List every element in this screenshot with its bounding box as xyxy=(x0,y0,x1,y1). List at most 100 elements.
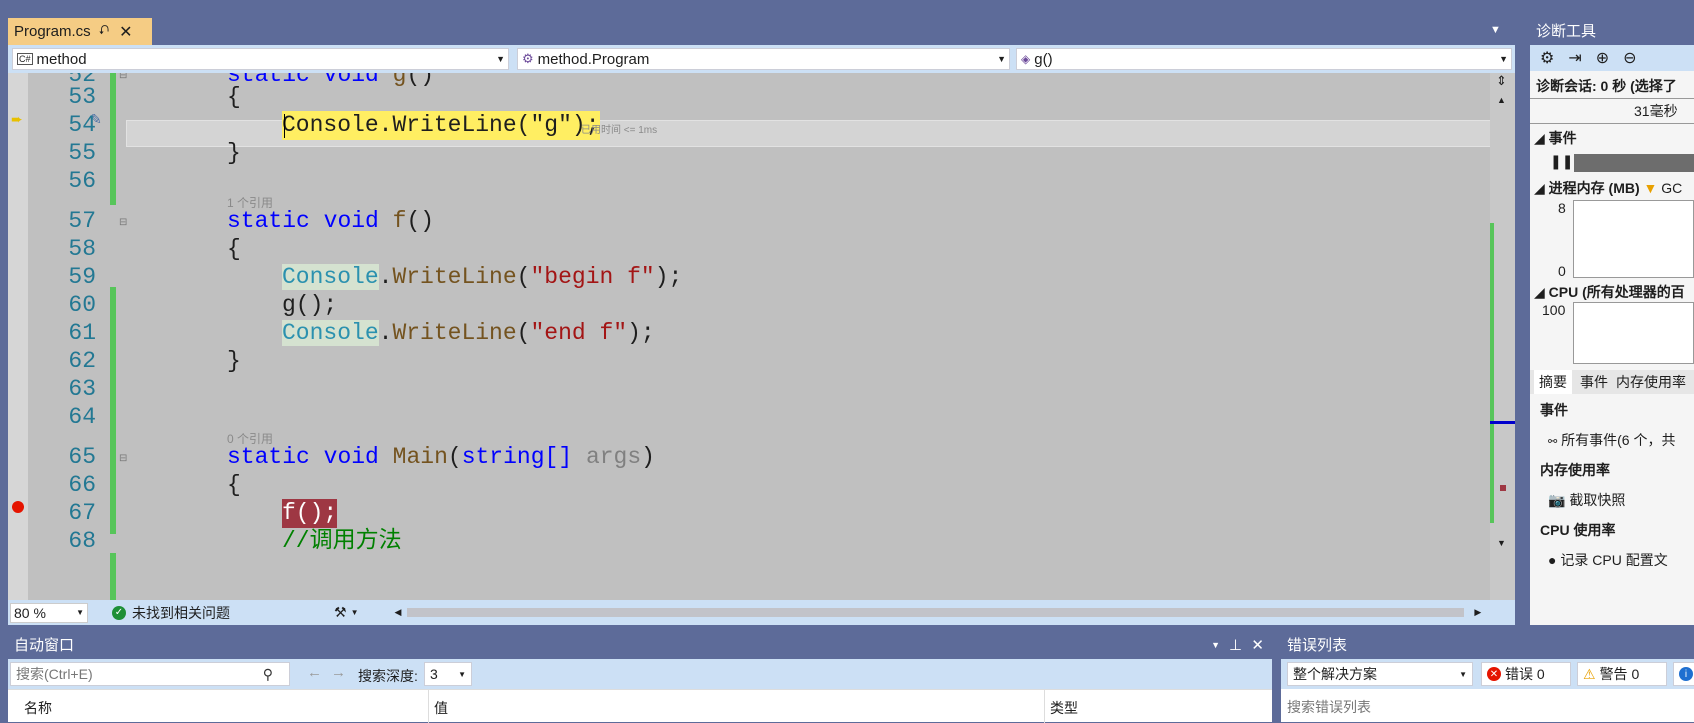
diag-toolbar: ⚙ ⇥ ⊕ ⊖ xyxy=(1530,45,1694,71)
code-line-65[interactable]: static void Main(string[] args) xyxy=(227,443,655,472)
navigation-bar: C# method ▼ ⚙ method.Program ▼ ◈ g() ▼ xyxy=(8,45,1515,73)
chevron-down-icon[interactable]: ▼ xyxy=(351,608,359,617)
error-search-input[interactable]: 搜索错误列表 xyxy=(1281,689,1694,722)
zoom-out-icon[interactable]: ⊖ xyxy=(1623,48,1636,68)
scroll-up-icon[interactable]: ▲ xyxy=(1497,95,1506,105)
memory-graph: 8 0 xyxy=(1530,200,1694,278)
code-line-54[interactable]: Console.WriteLine("g"); xyxy=(282,111,600,140)
dropdown-icon[interactable]: ▼ xyxy=(1211,632,1220,659)
punctuation: ); xyxy=(654,264,683,290)
chevron-down-icon: ▼ xyxy=(496,54,505,64)
pause-icon[interactable]: ❚❚ xyxy=(1550,153,1573,170)
line-number: 59 xyxy=(68,264,96,290)
pin-icon[interactable]: ⊥ xyxy=(1229,632,1242,659)
indicator-margin[interactable] xyxy=(8,73,28,600)
search-depth-dropdown[interactable]: 3 ▼ xyxy=(424,662,472,686)
split-icon[interactable]: ⇕ xyxy=(1496,73,1507,89)
code-line-67[interactable]: f(); xyxy=(282,499,338,528)
pin-icon[interactable]: ⮏ xyxy=(99,21,109,43)
autos-window: 自动窗口 ▼ ⊥ ✕ 搜索(Ctrl+E) ⚲ ← → 搜索深度: 3 ▼ 名称… xyxy=(8,632,1272,723)
column-type[interactable]: 类型 xyxy=(1050,698,1078,718)
tab-overflow-icon[interactable]: ▼ xyxy=(1490,24,1501,36)
cpu-header[interactable]: ◢ CPU (所有处理器的百 xyxy=(1530,282,1694,302)
document-tab-program-cs[interactable]: Program.cs ⮏ ✕ xyxy=(8,18,152,45)
parameter-name: args xyxy=(585,444,642,470)
messages-filter-button[interactable]: i xyxy=(1673,662,1694,686)
take-snapshot-button[interactable]: 📷 截取快照 xyxy=(1530,490,1694,510)
code-line-52[interactable]: static void g() xyxy=(227,73,434,90)
all-events-link[interactable]: ⚯ 所有事件(6 个，共 xyxy=(1530,430,1694,450)
record-cpu-profile-button[interactable]: ● 记录 CPU 配置文 xyxy=(1530,550,1694,570)
line-number: 66 xyxy=(68,472,96,498)
scroll-right-icon[interactable]: ▶ xyxy=(1474,607,1481,618)
scope-value: 整个解决方案 xyxy=(1293,666,1377,682)
horizontal-scrollbar-thumb[interactable] xyxy=(407,608,1465,617)
zoom-dropdown[interactable]: 80 % ▼ xyxy=(10,602,88,623)
keyword: void xyxy=(323,444,379,470)
timeline-ruler: 31毫秒 xyxy=(1530,98,1694,124)
warnings-filter-button[interactable]: ⚠ 警告 0 xyxy=(1577,662,1667,686)
code-line-59[interactable]: Console.WriteLine("begin f"); xyxy=(282,263,682,292)
outline-collapse-icon[interactable]: ⊟ xyxy=(119,217,127,228)
class-dropdown[interactable]: ⚙ method.Program ▼ xyxy=(517,48,1010,70)
errors-filter-button[interactable]: ✕ 错误 0 xyxy=(1481,662,1571,686)
code-line-60[interactable]: g(); xyxy=(282,291,337,320)
code-line-58[interactable]: { xyxy=(227,235,241,264)
punctuation: () xyxy=(406,73,435,88)
tab-memory-usage[interactable]: 内存使用率 xyxy=(1616,372,1686,392)
method-icon: ◈ xyxy=(1021,52,1031,66)
cpu-chart-area xyxy=(1573,302,1694,364)
panel-title: 错误列表 xyxy=(1281,632,1694,659)
select-tools-icon[interactable]: ⇥ xyxy=(1568,48,1581,68)
check-icon: ✓ xyxy=(112,605,126,620)
scroll-down-icon[interactable]: ▼ xyxy=(1497,538,1506,548)
punctuation: ( xyxy=(447,444,462,470)
close-icon[interactable]: ✕ xyxy=(119,22,132,42)
back-arrow-icon[interactable]: ← xyxy=(307,664,322,681)
memory-header[interactable]: ◢ 进程内存 (MB) ▼ GC xyxy=(1530,178,1694,198)
autos-search-input[interactable]: 搜索(Ctrl+E) ⚲ xyxy=(10,662,290,686)
column-name[interactable]: 名称 xyxy=(24,698,52,718)
code-line-68[interactable]: //调用方法 xyxy=(282,527,402,556)
code-editor[interactable]: ⊟ ⊟ ⊟ ➨ ✎ 52 53 54 55 56 57 58 59 60 61 … xyxy=(8,73,1515,600)
line-number: 56 xyxy=(68,168,96,194)
scope-dropdown[interactable]: 整个解决方案 ▼ xyxy=(1287,662,1473,686)
code-line-53[interactable]: { xyxy=(227,83,241,112)
breakpoint-icon[interactable] xyxy=(12,501,24,513)
section-cpu: CPU 使用率 xyxy=(1540,522,1616,538)
settings-gear-icon[interactable]: ⚙ xyxy=(1540,48,1554,68)
project-dropdown[interactable]: C# method ▼ xyxy=(12,48,509,70)
info-icon: i xyxy=(1679,667,1693,681)
column-value[interactable]: 值 xyxy=(434,698,448,718)
scroll-left-icon[interactable]: ◀ xyxy=(394,607,401,618)
all-events-label: 所有事件(6 个，共 xyxy=(1561,432,1676,448)
string-literal: "begin f" xyxy=(530,264,655,290)
errors-count: 错误 0 xyxy=(1505,666,1545,682)
tab-events[interactable]: 事件 xyxy=(1580,372,1608,392)
punctuation: ( xyxy=(516,264,531,290)
tab-summary[interactable]: 摘要 xyxy=(1534,370,1572,394)
line-number: 64 xyxy=(68,404,96,430)
memory-axis-min: 0 xyxy=(1558,263,1566,278)
outline-collapse-icon[interactable]: ⊟ xyxy=(119,453,127,464)
code-line-66[interactable]: { xyxy=(227,471,241,500)
zoom-in-icon[interactable]: ⊕ xyxy=(1596,48,1609,68)
member-dropdown[interactable]: ◈ g() ▼ xyxy=(1016,48,1512,70)
code-line-57[interactable]: static void f() xyxy=(227,207,434,236)
search-placeholder: 搜索(Ctrl+E) xyxy=(16,666,93,682)
line-number: 54 xyxy=(68,112,96,138)
forward-arrow-icon[interactable]: → xyxy=(331,664,346,681)
brush-icon[interactable]: ⚒ xyxy=(334,604,347,621)
cpu-graph: 100 xyxy=(1530,302,1694,364)
elapsed-time-hint: 已用时间 <= 1ms xyxy=(581,125,658,136)
issues-status[interactable]: 未找到相关问题 xyxy=(132,603,230,623)
vertical-scrollbar[interactable]: ⇕ ▲ ▼ xyxy=(1490,73,1515,600)
events-header[interactable]: ◢ 事件 xyxy=(1530,128,1694,148)
code-line-62[interactable]: } xyxy=(227,347,241,376)
outline-collapse-icon[interactable]: ⊟ xyxy=(119,73,127,81)
close-icon[interactable]: ✕ xyxy=(1251,632,1264,659)
code-line-55[interactable]: } xyxy=(227,139,241,168)
code-line-61[interactable]: Console.WriteLine("end f"); xyxy=(282,319,655,348)
line-number: 62 xyxy=(68,348,96,374)
error-icon: ✕ xyxy=(1487,667,1501,681)
